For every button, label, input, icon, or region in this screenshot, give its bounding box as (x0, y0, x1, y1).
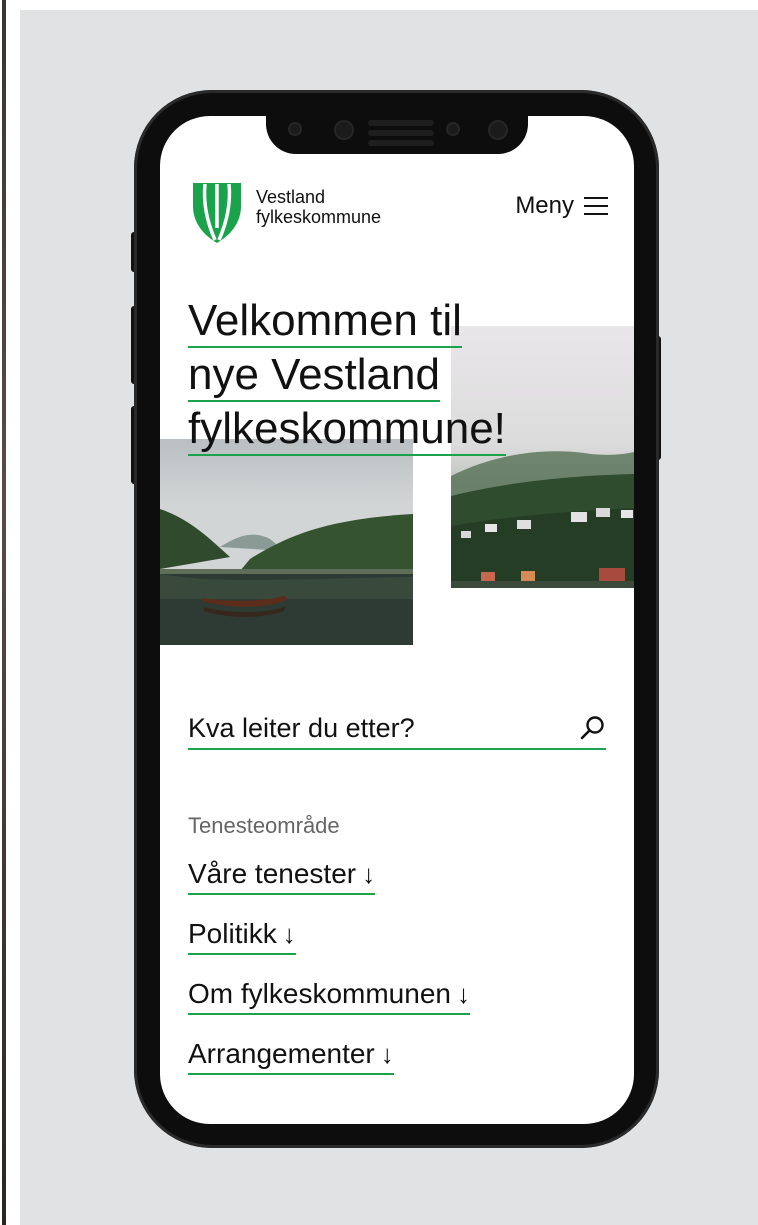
arrow-down-icon: ↓ (362, 859, 376, 889)
arrow-down-icon: ↓ (456, 979, 470, 1009)
hero-title-line: nye Vestland (188, 350, 440, 402)
nav-link-arrangementer[interactable]: Arrangementer ↓ (188, 1037, 394, 1075)
nav-link-label: Arrangementer (188, 1038, 375, 1069)
phone-notch (266, 116, 528, 154)
left-edge-strip (0, 0, 20, 1225)
nav-link-label: Våre tenester (188, 858, 357, 889)
search-bar[interactable]: Kva leiter du etter? (188, 708, 606, 750)
lake-boat-photo (160, 439, 413, 645)
search-icon[interactable] (580, 715, 606, 741)
hero-title-line: Velkommen til (188, 296, 462, 348)
hamburger-bar (584, 205, 608, 207)
menu-label: Meny (515, 192, 574, 219)
brand-line-2: fylkeskommune (256, 207, 382, 227)
nav-link-label: Politikk (188, 918, 277, 949)
hamburger-menu-icon (584, 197, 608, 215)
arrow-down-icon: ↓ (380, 1039, 394, 1069)
edge-line (2, 0, 6, 1225)
brand-name[interactable]: Vestland fylkeskommune (256, 187, 381, 227)
nav-link-om-fylkeskommunen[interactable]: Om fylkeskommunen ↓ (188, 977, 470, 1015)
notch-speaker (368, 130, 434, 136)
arrow-down-icon: ↓ (282, 919, 296, 949)
nav-link-politikk[interactable]: Politikk ↓ (188, 917, 296, 955)
notch-camera (334, 120, 354, 140)
nav-link-vare-tenester[interactable]: Våre tenester ↓ (188, 857, 376, 895)
notch-sensor (288, 122, 302, 136)
hamburger-bar (584, 213, 608, 215)
notch-sensor (446, 122, 460, 136)
section-label: Tenesteområde (188, 813, 340, 838)
notch-speaker (368, 140, 434, 146)
nav-link-label: Om fylkeskommunen (188, 978, 451, 1009)
phone-screen: Vestland fylkeskommune Meny Velkommen ti… (160, 116, 634, 1124)
hamburger-bar (584, 197, 608, 199)
notch-camera (488, 120, 508, 140)
menu-button[interactable]: Meny (515, 192, 608, 220)
brand-line-1: Vestland (256, 187, 326, 207)
search-input[interactable]: Kva leiter du etter? (188, 713, 415, 744)
hero-title-line: fylkeskommune! (188, 404, 506, 456)
notch-speaker (368, 120, 434, 126)
vestland-shield-logo[interactable] (192, 182, 242, 244)
hero-title: Velkommen til nye Vestland fylkeskommune… (188, 294, 608, 456)
